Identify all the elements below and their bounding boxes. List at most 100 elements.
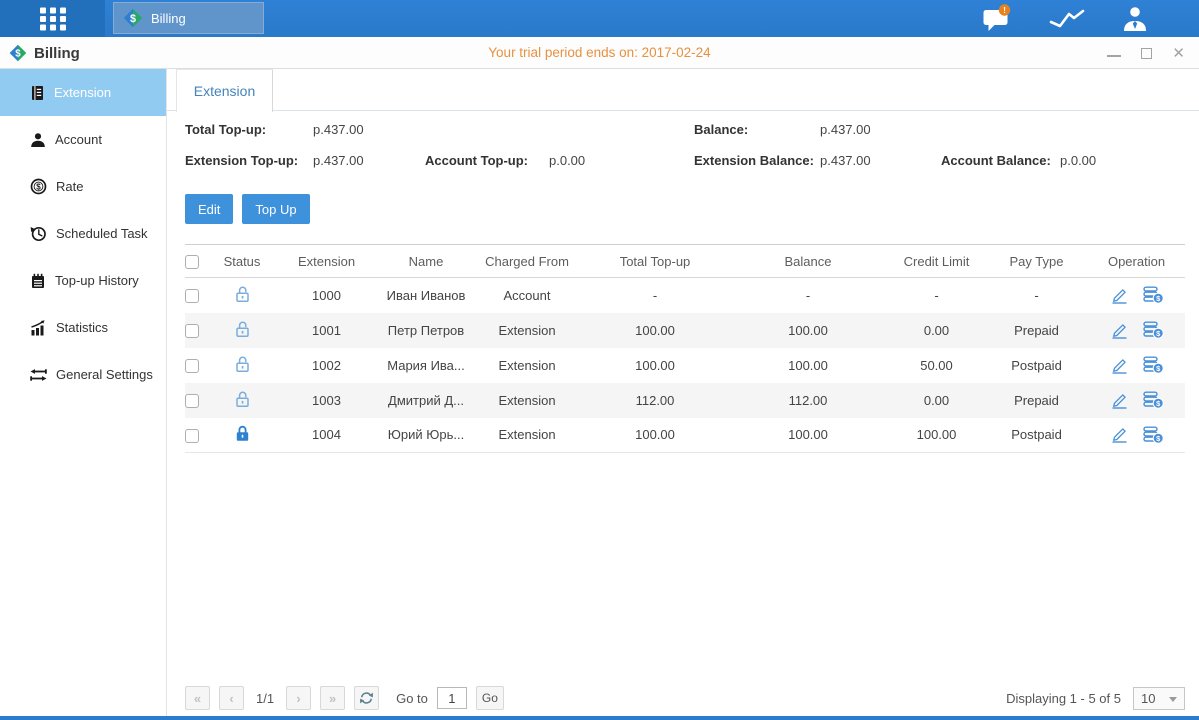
status-unlocked-icon[interactable]	[234, 355, 251, 373]
status-locked-icon[interactable]	[234, 424, 251, 442]
window-body: Extension Account $ Rate	[0, 69, 1199, 716]
cell-name: Петр Петров	[380, 313, 472, 348]
top-up-extension-button[interactable]: $	[1143, 286, 1164, 304]
app-menu-button[interactable]	[0, 0, 105, 37]
person-icon	[30, 132, 46, 148]
cell-extension: 1003	[273, 383, 380, 418]
status-unlocked-icon[interactable]	[234, 320, 251, 338]
first-page-button[interactable]: «	[185, 686, 210, 710]
last-page-button[interactable]: »	[320, 686, 345, 710]
tab-extension[interactable]: Extension	[176, 69, 273, 112]
cell-charged-from: Extension	[472, 348, 582, 383]
account-topup-value: p.0.00	[549, 152, 585, 169]
sidebar-item-extension[interactable]: Extension	[0, 69, 166, 116]
cell-total-topup: 100.00	[582, 348, 728, 383]
minimize-icon	[1107, 55, 1121, 57]
messages-button[interactable]: !	[982, 4, 1013, 33]
user-account-button[interactable]	[1121, 5, 1149, 32]
maximize-button[interactable]	[1141, 48, 1152, 59]
cell-credit-limit: 0.00	[888, 383, 985, 418]
edit-extension-button[interactable]	[1110, 392, 1129, 409]
line-chart-icon	[1049, 6, 1085, 32]
window-bottom-border	[0, 716, 1199, 720]
top-up-extension-button[interactable]: $	[1143, 356, 1164, 374]
row-checkbox[interactable]	[185, 289, 199, 303]
cell-balance: -	[728, 278, 888, 313]
maximize-icon	[1141, 48, 1152, 59]
table-row: 1004 Юрий Юрь... Extension 100.00 100.00…	[185, 418, 1185, 453]
next-page-button[interactable]: ›	[286, 686, 311, 710]
row-checkbox[interactable]	[185, 429, 199, 443]
cell-charged-from: Extension	[472, 383, 582, 418]
column-header-status: Status	[211, 245, 273, 278]
cell-total-topup: -	[582, 278, 728, 313]
column-header-pay-type: Pay Type	[985, 245, 1088, 278]
svg-text:!: !	[1003, 5, 1006, 15]
topbar-icons: !	[982, 0, 1199, 37]
cell-credit-limit: 0.00	[888, 313, 985, 348]
ledger-icon	[30, 85, 45, 101]
row-checkbox[interactable]	[185, 324, 199, 338]
status-unlocked-icon[interactable]	[234, 285, 251, 303]
prev-page-button[interactable]: ‹	[219, 686, 244, 710]
extension-balance-value: p.437.00	[820, 152, 871, 169]
row-checkbox[interactable]	[185, 359, 199, 373]
cell-balance: 100.00	[728, 313, 888, 348]
sidebar-item-topup-history[interactable]: Top-up History	[0, 257, 166, 304]
status-unlocked-icon[interactable]	[234, 390, 251, 408]
edit-extension-button[interactable]	[1110, 357, 1129, 374]
edit-extension-button[interactable]	[1110, 322, 1129, 339]
trial-message: Your trial period ends on: 2017-02-24	[0, 37, 1199, 69]
table-row: 1003 Дмитрий Д... Extension 112.00 112.0…	[185, 383, 1185, 418]
cell-pay-type: -	[985, 278, 1088, 313]
sidebar-item-label: Rate	[56, 179, 83, 194]
top-up-extension-button[interactable]: $	[1143, 321, 1164, 339]
sidebar-item-label: Top-up History	[55, 273, 139, 288]
pagination-summary: Displaying 1 - 5 of 5 10	[1006, 686, 1185, 710]
total-topup-label: Total Top-up:	[185, 121, 266, 138]
sidebar-item-account[interactable]: Account	[0, 116, 166, 163]
tab-bar: Extension	[167, 69, 1199, 111]
go-button[interactable]: Go	[476, 686, 504, 710]
sidebar-item-label: Extension	[54, 85, 111, 100]
bar-chart-icon	[30, 320, 47, 336]
goto-label: Go to	[396, 691, 428, 706]
billing-app-tab[interactable]: $ Billing	[113, 2, 264, 34]
sidebar-item-general-settings[interactable]: General Settings	[0, 351, 166, 398]
goto-page-input[interactable]	[437, 687, 467, 709]
statistics-button[interactable]	[1049, 6, 1085, 32]
sidebar-item-scheduled-task[interactable]: Scheduled Task	[0, 210, 166, 257]
top-up-extension-button[interactable]: $	[1143, 426, 1164, 444]
sidebar-item-statistics[interactable]: Statistics	[0, 304, 166, 351]
cell-pay-type: Postpaid	[985, 418, 1088, 453]
refresh-icon	[359, 691, 374, 705]
top-up-extension-button[interactable]: $	[1143, 391, 1164, 409]
minimize-button[interactable]	[1107, 49, 1121, 57]
transfer-arrows-icon	[30, 368, 47, 382]
chat-bubble-icon: !	[982, 4, 1013, 33]
sidebar-item-rate[interactable]: $ Rate	[0, 163, 166, 210]
cell-balance: 100.00	[728, 418, 888, 453]
extensions-table: Status Extension Name Charged From Total…	[185, 244, 1185, 453]
edit-button[interactable]: Edit	[185, 194, 233, 224]
cell-extension: 1004	[273, 418, 380, 453]
extension-topup-label: Extension Top-up:	[185, 152, 298, 169]
close-button[interactable]: ✕	[1172, 46, 1185, 61]
cell-name: Иван Иванов	[380, 278, 472, 313]
edit-extension-button[interactable]	[1110, 287, 1129, 304]
column-header-balance: Balance	[728, 245, 888, 278]
edit-extension-button[interactable]	[1110, 426, 1129, 443]
cell-name: Дмитрий Д...	[380, 383, 472, 418]
row-checkbox[interactable]	[185, 394, 199, 408]
table-row: 1002 Мария Ива... Extension 100.00 100.0…	[185, 348, 1185, 383]
cell-charged-from: Account	[472, 278, 582, 313]
refresh-button[interactable]	[354, 686, 379, 710]
app-grid-icon	[38, 6, 68, 32]
sidebar: Extension Account $ Rate	[0, 69, 167, 716]
sidebar-item-label: General Settings	[56, 367, 153, 382]
chevron-down-icon	[1169, 697, 1177, 702]
top-up-button[interactable]: Top Up	[242, 194, 309, 224]
select-all-checkbox[interactable]	[185, 255, 199, 269]
page-size-select[interactable]: 10	[1133, 687, 1185, 710]
cell-pay-type: Prepaid	[985, 383, 1088, 418]
